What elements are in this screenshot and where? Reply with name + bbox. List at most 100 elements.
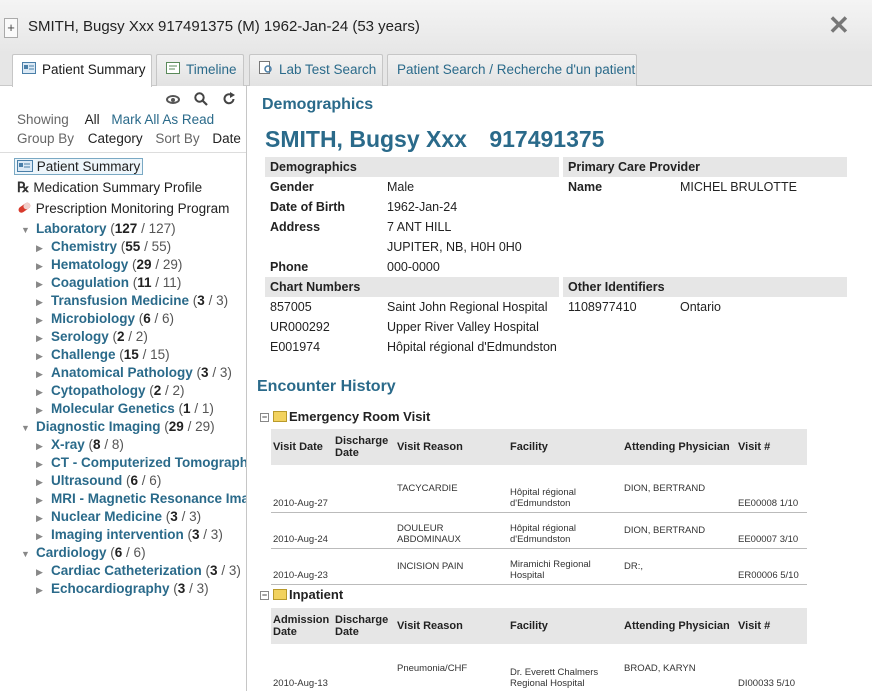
patient-id: 917491375 — [489, 126, 605, 152]
unread-count: 127 — [114, 221, 138, 236]
tree-item[interactable]: ▶ Coagulation (11 / 11) — [36, 274, 181, 292]
showing-row: Showing All Mark All As Read — [17, 112, 214, 127]
sidebar-item-medication-summary[interactable]: ℞ Medication Summary Profile — [17, 179, 202, 197]
expanded-arrow-icon[interactable]: ▼ — [21, 419, 32, 437]
folder-icon — [273, 589, 287, 600]
tab-patient-summary[interactable]: Patient Summary — [12, 54, 152, 87]
table-row[interactable]: 2010-Aug-13 Pneumonia/CHF Dr. Everett Ch… — [271, 643, 807, 691]
tab-lab-test-search[interactable]: Lab Test Search — [249, 54, 383, 86]
collapsed-arrow-icon[interactable]: ▶ — [36, 491, 47, 509]
collapsed-arrow-icon[interactable]: ▶ — [36, 311, 47, 329]
tree-item[interactable]: ▶ Chemistry (55 / 55) — [36, 238, 171, 256]
tree-item[interactable]: ▼ Laboratory (127 / 127) — [21, 220, 176, 238]
collapsed-arrow-icon[interactable]: ▶ — [36, 563, 47, 581]
tab-timeline[interactable]: Timeline — [156, 54, 244, 86]
tree-item[interactable]: ▶ Microbiology (6 / 6) — [36, 310, 174, 328]
unread-count: 55 — [125, 239, 141, 254]
collapse-icon[interactable]: − — [260, 413, 269, 422]
sidebar-divider — [0, 152, 246, 153]
tree-item[interactable]: ▶ Transfusion Medicine (3 / 3) — [36, 292, 228, 310]
collapsed-arrow-icon[interactable]: ▶ — [36, 581, 47, 599]
collapsed-arrow-icon[interactable]: ▶ — [36, 455, 47, 473]
summary-icon — [22, 55, 36, 85]
expanded-arrow-icon[interactable]: ▼ — [21, 221, 32, 239]
other-identifiers-header: Other Identifiers — [563, 277, 847, 297]
collapsed-arrow-icon[interactable]: ▶ — [36, 509, 47, 527]
tree-item-count: (2 / 2) — [145, 383, 185, 398]
sidebar-item-prescription-monitoring[interactable]: Prescription Monitoring Program — [17, 200, 229, 218]
tree-item-count: (127 / 127) — [106, 221, 176, 236]
table-row[interactable]: 2010-Aug-23 INCISION PAIN Miramichi Regi… — [271, 548, 807, 585]
tree-item-count: (6 / 6) — [135, 311, 175, 326]
sidebar-item-patient-summary[interactable]: Patient Summary — [14, 158, 144, 176]
dob-label: Date of Birth — [270, 200, 345, 214]
tree-item[interactable]: ▶ Cardiac Catheterization (3 / 3) — [36, 562, 241, 580]
collapsed-arrow-icon[interactable]: ▶ — [36, 401, 47, 419]
collapsed-arrow-icon[interactable]: ▶ — [36, 239, 47, 257]
tree-item[interactable]: ▶ Imaging intervention (3 / 3) — [36, 526, 223, 544]
tree-item-count: (3 / 3) — [183, 527, 223, 542]
column-header: Discharge Date — [333, 608, 395, 645]
collapsed-arrow-icon[interactable]: ▶ — [36, 527, 47, 545]
collapsed-arrow-icon[interactable]: ▶ — [36, 257, 47, 275]
gender-value: Male — [387, 180, 415, 194]
encounter-table-inpatient: Admission Date Discharge Date Visit Reas… — [271, 608, 807, 691]
unread-count: 8 — [93, 437, 101, 452]
tree-item-count: (6 / 6) — [122, 473, 162, 488]
tree-item[interactable]: ▶ Ultrasound (6 / 6) — [36, 472, 161, 490]
tree-item[interactable]: ▶ Challenge (15 / 15) — [36, 346, 170, 364]
tree-item-count: (2 / 2) — [108, 329, 148, 344]
encounter-group-header[interactable]: − Emergency Room Visit — [260, 409, 430, 424]
tree-item[interactable]: ▶ Cytopathology (2 / 2) — [36, 382, 185, 400]
tree-item[interactable]: ▼ Cardiology (6 / 6) — [21, 544, 146, 562]
expand-button[interactable]: + — [4, 18, 18, 38]
phone-value: 000-0000 — [387, 260, 440, 274]
collapsed-arrow-icon[interactable]: ▶ — [36, 437, 47, 455]
unread-count: 3 — [210, 563, 218, 578]
tree-item[interactable]: ▶ MRI - Magnetic Resonance Imag — [36, 490, 246, 509]
tree-item[interactable]: ▼ Diagnostic Imaging (29 / 29) — [21, 418, 215, 436]
encounter-history-heading: Encounter History — [257, 378, 396, 395]
tree-item-count: (15 / 15) — [115, 347, 170, 362]
tree-item[interactable]: ▶ Anatomical Pathology (3 / 3) — [36, 364, 232, 382]
unread-count: 29 — [136, 257, 152, 272]
collapsed-arrow-icon[interactable]: ▶ — [36, 329, 47, 347]
sort-by-value[interactable]: Date — [212, 131, 241, 146]
group-by-value[interactable]: Category — [88, 131, 143, 146]
tree-item[interactable]: ▶ Hematology (29 / 29) — [36, 256, 182, 274]
mark-all-read-link[interactable]: Mark All As Read — [111, 112, 214, 127]
patient-name: SMITH, Bugsy Xxx — [265, 126, 467, 152]
refresh-icon[interactable] — [222, 90, 236, 106]
table-row[interactable]: 2010-Aug-27 TACYCARDIE Hôpital régional … — [271, 464, 807, 513]
tree-item[interactable]: ▶ Nuclear Medicine (3 / 3) — [36, 508, 201, 526]
collapse-icon[interactable]: − — [260, 591, 269, 600]
showing-value[interactable]: All — [85, 112, 100, 127]
tree-item[interactable]: ▶ Molecular Genetics (1 / 1) — [36, 400, 214, 418]
expanded-arrow-icon[interactable]: ▼ — [21, 545, 32, 563]
unread-count: 6 — [143, 311, 151, 326]
address-label: Address — [270, 220, 321, 234]
eye-icon[interactable] — [156, 90, 181, 106]
patient-name-heading: SMITH, Bugsy Xxx 917491375 — [265, 126, 604, 153]
column-header: Visit Reason — [395, 608, 508, 645]
collapsed-arrow-icon[interactable]: ▶ — [36, 347, 47, 365]
tab-patient-search[interactable]: Patient Search / Recherche d'un patient — [387, 54, 637, 86]
tree-item[interactable]: ▶ Serology (2 / 2) — [36, 328, 148, 346]
table-row[interactable]: 2010-Aug-24 DOULEUR ABDOMINAUX Hôpital r… — [271, 512, 807, 549]
collapsed-arrow-icon[interactable]: ▶ — [36, 473, 47, 491]
column-header: Attending Physician — [622, 608, 736, 645]
close-icon[interactable]: ✕ — [828, 10, 850, 40]
tree-item[interactable]: ▶ X-ray (8 / 8) — [36, 436, 124, 454]
total-count: / 1 — [194, 401, 210, 416]
total-count: / 6 — [126, 545, 142, 560]
collapsed-arrow-icon[interactable]: ▶ — [36, 383, 47, 401]
encounter-group-header[interactable]: − Inpatient — [260, 587, 343, 602]
collapsed-arrow-icon[interactable]: ▶ — [36, 365, 47, 383]
tree-item[interactable]: ▶ CT - Computerized Tomography — [36, 454, 246, 473]
search-icon[interactable] — [194, 90, 212, 107]
tree-item[interactable]: ▶ Echocardiography (3 / 3) — [36, 580, 209, 598]
tree-item-count: (1 / 1) — [174, 401, 214, 416]
total-count: / 2 — [165, 383, 181, 398]
collapsed-arrow-icon[interactable]: ▶ — [36, 293, 47, 311]
collapsed-arrow-icon[interactable]: ▶ — [36, 275, 47, 293]
